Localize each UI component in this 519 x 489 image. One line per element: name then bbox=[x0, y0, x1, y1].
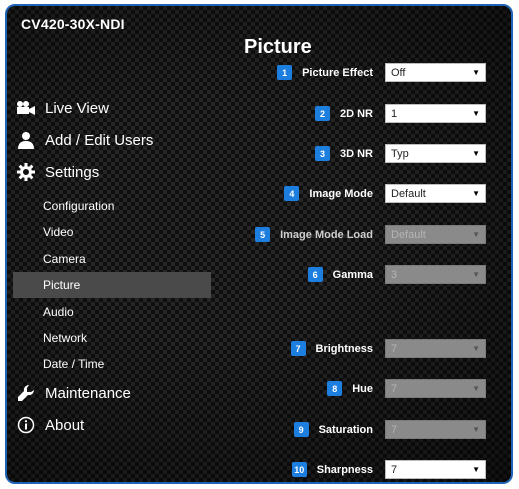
field-label-3d-nr: 3 3D NR bbox=[314, 144, 373, 163]
saturation-select: 7 ▼ bbox=[385, 420, 486, 439]
field-label-text: Hue bbox=[352, 382, 373, 395]
nav-add-edit-users-label: Add / Edit Users bbox=[45, 131, 154, 149]
field-number-badge: 10 bbox=[291, 462, 307, 477]
field-label-text: Image Mode bbox=[309, 187, 373, 200]
hue-select: 7 ▼ bbox=[385, 379, 486, 398]
field-label-hue: 8 Hue bbox=[327, 379, 373, 398]
gamma-select: 3 ▼ bbox=[385, 265, 486, 284]
nav-add-edit-users[interactable]: Add / Edit Users bbox=[15, 128, 153, 152]
select-value: Typ bbox=[391, 147, 409, 160]
user-icon bbox=[15, 129, 37, 151]
field-number-badge: 6 bbox=[307, 267, 323, 282]
select-value: Default bbox=[391, 228, 426, 241]
field-number-badge: 3 bbox=[314, 146, 330, 161]
2d-nr-select[interactable]: 1 ▼ bbox=[385, 104, 486, 123]
field-label-2d-nr: 2 2D NR bbox=[314, 104, 373, 123]
gear-icon bbox=[15, 161, 37, 183]
field-label-picture-effect: 1 Picture Effect bbox=[277, 63, 373, 82]
chevron-down-icon: ▼ bbox=[472, 270, 480, 279]
nav-sub-video[interactable]: Video bbox=[13, 219, 211, 245]
nav-maintenance[interactable]: Maintenance bbox=[15, 381, 131, 405]
select-value: 7 bbox=[391, 463, 398, 476]
field-label-image-mode-load: 5 Image Mode Load bbox=[255, 225, 373, 244]
field-label-text: Picture Effect bbox=[302, 66, 373, 79]
select-value: 3 bbox=[391, 268, 398, 281]
chevron-down-icon: ▼ bbox=[472, 465, 480, 474]
select-value: Off bbox=[391, 66, 406, 79]
field-label-gamma: 6 Gamma bbox=[307, 265, 373, 284]
field-label-brightness: 7 Brightness bbox=[290, 339, 373, 358]
field-label-text: Brightness bbox=[315, 342, 373, 355]
nav-sub-audio[interactable]: Audio bbox=[13, 299, 211, 325]
field-label-text: 3D NR bbox=[339, 147, 373, 160]
nav-about[interactable]: About bbox=[15, 413, 84, 437]
field-label-text: Sharpness bbox=[316, 463, 373, 476]
chevron-down-icon: ▼ bbox=[472, 230, 480, 239]
field-label-text: Gamma bbox=[332, 268, 373, 281]
field-number-badge: 7 bbox=[290, 341, 306, 356]
chevron-down-icon: ▼ bbox=[472, 425, 480, 434]
image-mode-select[interactable]: Default ▼ bbox=[385, 184, 486, 203]
chevron-down-icon: ▼ bbox=[472, 384, 480, 393]
field-number-badge: 9 bbox=[293, 422, 309, 437]
field-number-badge: 2 bbox=[314, 106, 330, 121]
field-number-badge: 4 bbox=[284, 186, 300, 201]
select-value: 7 bbox=[391, 342, 398, 355]
nav-sub-network[interactable]: Network bbox=[13, 325, 211, 351]
select-value: 1 bbox=[391, 107, 398, 120]
sharpness-select[interactable]: 7 ▼ bbox=[385, 460, 486, 479]
select-value: Default bbox=[391, 187, 426, 200]
camera-icon bbox=[15, 97, 37, 119]
select-value: 7 bbox=[391, 423, 398, 436]
nav-about-label: About bbox=[45, 416, 85, 434]
nav-sub-configuration[interactable]: Configuration bbox=[13, 193, 211, 219]
chevron-down-icon: ▼ bbox=[472, 109, 480, 118]
chevron-down-icon: ▼ bbox=[472, 189, 480, 198]
chevron-down-icon: ▼ bbox=[472, 344, 480, 353]
nav-sub-date-time[interactable]: Date / Time bbox=[13, 351, 211, 377]
nav-live-view-label: Live View bbox=[45, 99, 109, 117]
field-number-badge: 1 bbox=[277, 65, 293, 80]
chevron-down-icon: ▼ bbox=[472, 68, 480, 77]
nav-live-view[interactable]: Live View bbox=[15, 96, 109, 120]
3d-nr-select[interactable]: Typ ▼ bbox=[385, 144, 486, 163]
wrench-icon bbox=[15, 382, 37, 404]
page-title: Picture bbox=[244, 36, 312, 58]
model-name: CV420-30X-NDI bbox=[21, 16, 125, 32]
field-label-text: Saturation bbox=[318, 423, 373, 436]
nav-sub-camera[interactable]: Camera bbox=[13, 246, 211, 272]
field-label-image-mode: 4 Image Mode bbox=[284, 184, 373, 203]
image-mode-load-select: Default ▼ bbox=[385, 225, 486, 244]
app-window: CV420-30X-NDI Live View Add / Edit Users… bbox=[5, 4, 513, 484]
brightness-select: 7 ▼ bbox=[385, 339, 486, 358]
field-number-badge: 5 bbox=[255, 227, 271, 242]
field-label-text: Image Mode Load bbox=[280, 228, 373, 241]
nav-settings[interactable]: Settings bbox=[15, 160, 99, 184]
nav-settings-label: Settings bbox=[45, 163, 100, 181]
field-number-badge: 8 bbox=[327, 381, 343, 396]
chevron-down-icon: ▼ bbox=[472, 149, 480, 158]
field-label-sharpness: 10 Sharpness bbox=[291, 460, 373, 479]
info-icon bbox=[15, 414, 37, 436]
nav-sub-picture[interactable]: Picture bbox=[13, 272, 211, 298]
nav-maintenance-label: Maintenance bbox=[45, 384, 131, 402]
select-value: 7 bbox=[391, 382, 398, 395]
field-label-text: 2D NR bbox=[339, 107, 373, 120]
field-label-saturation: 9 Saturation bbox=[293, 420, 373, 439]
picture-effect-select[interactable]: Off ▼ bbox=[385, 63, 486, 82]
